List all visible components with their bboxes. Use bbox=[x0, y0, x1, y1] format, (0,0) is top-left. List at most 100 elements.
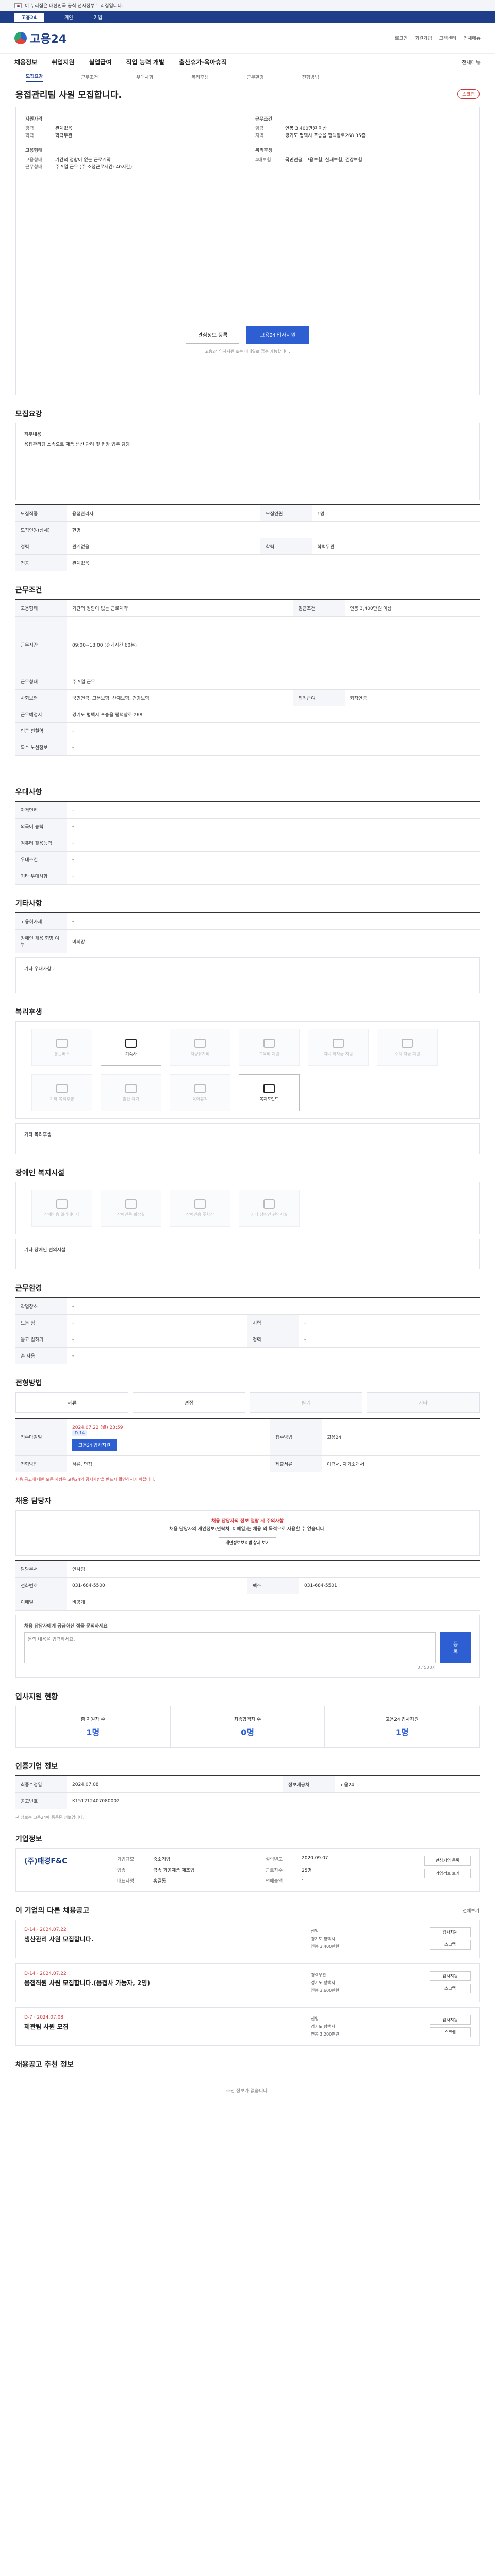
job-apply-button[interactable]: 입사지원 bbox=[430, 1927, 471, 1937]
row-value: 관계없음 bbox=[67, 538, 261, 555]
nav-support[interactable]: 취업지원 bbox=[52, 58, 74, 66]
nav-jobs[interactable]: 채용정보 bbox=[14, 58, 37, 66]
job-title-link[interactable]: 제관팀 사원 모집 bbox=[24, 2022, 311, 2031]
status-section-title: 입사지원 현황 bbox=[15, 1693, 58, 1701]
elevator-icon bbox=[56, 1199, 68, 1209]
login-link[interactable]: 로그인 bbox=[395, 35, 408, 41]
favorite-button[interactable]: 관심정보 등록 bbox=[186, 326, 240, 344]
table-row: 외국어 능력 - bbox=[15, 818, 480, 835]
summary-emp-heading: 고용형태 bbox=[25, 148, 43, 154]
row-value: 서류, 면접 bbox=[67, 1455, 271, 1472]
row-value: - bbox=[67, 851, 480, 868]
tile-label: 기숙사 bbox=[125, 1051, 137, 1056]
table-row: 전화번호 031-684-5500 팩스 031-684-5501 bbox=[15, 1577, 480, 1594]
process-apply-button[interactable]: 고용24 입사지원 bbox=[72, 1439, 117, 1451]
job-title-link[interactable]: 생산관리 사원 모집합니다. bbox=[24, 1935, 311, 1943]
site-tabs: 고용24 개인 기업 bbox=[0, 11, 495, 23]
tile-label: 복지포인트 bbox=[259, 1096, 279, 1101]
section-tab-work[interactable]: 근무조건 bbox=[81, 74, 98, 80]
list-item[interactable]: D-7 · 2024.07.08 제관팀 사원 모집 신입 경기도 평택시 연봉 3,… bbox=[15, 2007, 480, 2046]
list-item[interactable]: D-14 · 2024.07.22 생산관리 사원 모집합니다. 신입 경기도 평택… bbox=[15, 1920, 480, 1958]
summary-label: 경력 bbox=[25, 126, 34, 131]
summary-label: 근무형태 bbox=[25, 165, 43, 170]
manager-section-title: 채용 담당자 bbox=[15, 1497, 52, 1505]
stat-total: 총 지원자 수 1명 bbox=[16, 1706, 171, 1747]
row-value: 고용24 bbox=[322, 1418, 480, 1456]
table-row: 자격면허 - bbox=[15, 802, 480, 819]
table-row: 담당부서 인사팀 bbox=[15, 1561, 480, 1578]
tab-company[interactable]: 기업 bbox=[94, 14, 103, 21]
section-tab-env[interactable]: 근무환경 bbox=[247, 74, 264, 80]
row-label: 모집인원(상세) bbox=[15, 521, 67, 538]
accessibility-icon bbox=[263, 1199, 275, 1209]
row-value: - bbox=[67, 913, 480, 930]
privacy-detail-button[interactable]: 개인정보보호법 상세 보기 bbox=[219, 1537, 276, 1548]
row-value: - bbox=[67, 1347, 480, 1364]
etc-table: 고용허가제 - 장애인 채용 희망 여부 비희망 bbox=[15, 912, 480, 953]
table-row: 드는 힘 - 시력 - bbox=[15, 1314, 480, 1331]
welfare-tile: 자녀 학자금 지원 bbox=[308, 1029, 369, 1066]
tab-personal[interactable]: 개인 bbox=[64, 14, 73, 21]
job-title-link[interactable]: 용접직원 사원 모집합니다.(용접사 가능자, 2명) bbox=[24, 1978, 311, 1987]
job-scrap-button[interactable]: 스크랩 bbox=[430, 1940, 471, 1950]
table-row: 공고번호 K151212407080002 bbox=[15, 1792, 480, 1809]
row-label: 학력 bbox=[260, 538, 312, 555]
disabled-extra-heading: 기타 장애인 편의시설 bbox=[24, 1248, 66, 1253]
bus-icon bbox=[56, 1038, 68, 1048]
apply-button[interactable]: 고용24 입사지원 bbox=[246, 326, 309, 344]
table-row: 작업장소 - bbox=[15, 1298, 480, 1315]
row-value: K151212407080002 bbox=[67, 1792, 480, 1809]
row-label: 고용형태 bbox=[15, 600, 67, 617]
row-label: 대표자명 bbox=[117, 1879, 135, 1884]
row-value: 한명 bbox=[67, 521, 480, 538]
others-more-link[interactable]: 전체보기 bbox=[463, 1907, 480, 1914]
row-label: 팩스 bbox=[248, 1577, 299, 1594]
row-value: 2020.09.07 bbox=[302, 1856, 328, 1861]
support-link[interactable]: 고객센터 bbox=[439, 35, 456, 41]
nav-benefits[interactable]: 실업급여 bbox=[89, 58, 111, 66]
row-value: - bbox=[299, 1331, 480, 1348]
row-value: - bbox=[67, 868, 480, 885]
company-favorite-button[interactable]: 관심기업 등록 bbox=[424, 1856, 471, 1866]
row-label: 정보제공처 bbox=[283, 1776, 335, 1793]
scrap-button[interactable]: 스크랩 bbox=[457, 89, 480, 99]
row-label: 모집직종 bbox=[15, 505, 67, 522]
section-tab-process[interactable]: 전형방법 bbox=[302, 74, 319, 80]
welfare-extra-box: 기타 복리후생 bbox=[15, 1123, 480, 1154]
company-detail-button[interactable]: 기업정보 보기 bbox=[424, 1869, 471, 1878]
graduation-icon bbox=[333, 1038, 344, 1048]
section-tab-prefer[interactable]: 우대사항 bbox=[136, 74, 153, 80]
stat-value: 0명 bbox=[241, 1727, 254, 1737]
disabled-tile: 장애인용 엘리베이터 bbox=[31, 1190, 92, 1227]
inquiry-submit-button[interactable]: 등록 bbox=[440, 1632, 471, 1663]
signup-link[interactable]: 회원가입 bbox=[415, 35, 432, 41]
row-label: 드는 힘 bbox=[15, 1314, 67, 1331]
section-tab-recruit[interactable]: 모집요강 bbox=[26, 73, 43, 82]
all-menu-link[interactable]: 전체메뉴 bbox=[464, 35, 481, 41]
inquiry-input[interactable] bbox=[24, 1632, 436, 1663]
summary-qualify-heading: 지원자격 bbox=[25, 117, 43, 122]
job-apply-button[interactable]: 입사지원 bbox=[430, 2015, 471, 2025]
section-tab-welfare[interactable]: 복리후생 bbox=[191, 74, 208, 80]
job-scrap-button[interactable]: 스크랩 bbox=[430, 2027, 471, 2037]
table-row: 손 사용 - bbox=[15, 1347, 480, 1364]
duty-box: 직무내용 용접관리팀 소속으로 제품 생산 관리 및 현장 업무 담당 bbox=[15, 423, 480, 500]
step-label: 필기 bbox=[301, 1400, 311, 1406]
nav-parental[interactable]: 출산휴가·육아휴직 bbox=[179, 58, 227, 66]
others-title-text: 이 기업의 다른 채용공고 bbox=[15, 1907, 90, 1915]
recruit-table: 모집직종 용접관리자 모집인원 1명 모집인원(상세) 한명 경력 관계없음 학력 학력무관 … bbox=[15, 504, 480, 571]
row-label: 접수마감일 bbox=[15, 1418, 67, 1456]
process-step: 필기 bbox=[250, 1392, 362, 1413]
nav-training[interactable]: 직업 능력 개발 bbox=[126, 58, 165, 66]
site-logo[interactable]: 고용24 bbox=[14, 30, 67, 46]
table-row: 이메일 비공개 bbox=[15, 1594, 480, 1611]
row-value: 1명 bbox=[312, 505, 480, 522]
row-value: - bbox=[299, 1314, 480, 1331]
job-apply-button[interactable]: 입사지원 bbox=[430, 1971, 471, 1981]
row-value: - bbox=[67, 818, 480, 835]
list-item[interactable]: D-14 · 2024.07.22 용접직원 사원 모집합니다.(용접사 가능자,… bbox=[15, 1963, 480, 2002]
nav-all-menu[interactable]: 전체메뉴 bbox=[461, 58, 481, 66]
tab-home[interactable]: 고용24 bbox=[14, 12, 44, 22]
job-scrap-button[interactable]: 스크랩 bbox=[430, 1984, 471, 1993]
welfare-tile: 출산 휴가 bbox=[101, 1074, 161, 1111]
